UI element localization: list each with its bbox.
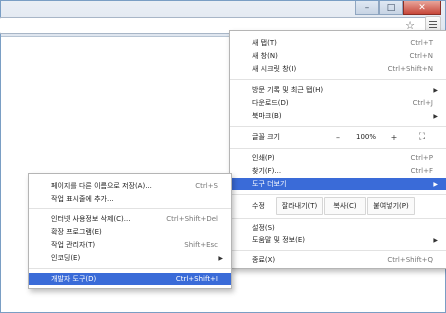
menu-separator bbox=[230, 126, 446, 127]
submenu-item-extensions[interactable]: 확장 프로그램(E) bbox=[29, 226, 231, 238]
zoom-in-button[interactable]: + bbox=[381, 133, 407, 142]
menu-bar-icon bbox=[429, 27, 437, 28]
menu-separator bbox=[230, 250, 446, 251]
menu-item-exit[interactable]: 종료(X) Ctrl+Shift+Q bbox=[230, 254, 446, 266]
menu-bar-icon bbox=[429, 24, 437, 25]
maximize-button[interactable]: □ bbox=[379, 1, 403, 15]
fullscreen-icon[interactable]: ⛶ bbox=[407, 132, 437, 142]
menu-separator bbox=[230, 148, 446, 149]
submenu-arrow-icon: ▶ bbox=[433, 236, 438, 244]
submenu-item-task-manager[interactable]: 작업 관리자(T) Shift+Esc bbox=[29, 239, 231, 251]
copy-button[interactable]: 복사(C) bbox=[324, 197, 366, 215]
paste-button[interactable]: 붙여넣기(P) bbox=[367, 197, 415, 215]
more-tools-submenu: 페이지를 다른 이름으로 저장(A)... Ctrl+S 작업 표시줄에 추가..… bbox=[28, 173, 232, 289]
menu-item-new-incognito-window[interactable]: 새 시크릿 창(I) Ctrl+Shift+N bbox=[230, 63, 446, 75]
menu-separator bbox=[230, 79, 446, 80]
submenu-item-encoding[interactable]: 인코딩(E) ▶ bbox=[29, 252, 231, 264]
submenu-arrow-icon: ▶ bbox=[433, 180, 438, 188]
menu-item-new-window[interactable]: 새 창(N) Ctrl+N bbox=[230, 50, 446, 62]
menu-item-downloads[interactable]: 다운로드(D) Ctrl+J bbox=[230, 97, 446, 109]
menu-separator bbox=[230, 218, 446, 219]
submenu-item-developer-tools[interactable]: 개발자 도구(D) Ctrl+Shift+I bbox=[29, 273, 231, 285]
menu-item-find[interactable]: 찾기(F)... Ctrl+F bbox=[230, 165, 446, 177]
menu-bar-icon bbox=[429, 21, 437, 22]
submenu-item-add-to-taskbar[interactable]: 작업 표시줄에 추가... bbox=[29, 193, 231, 205]
window-controls: – □ ✕ bbox=[355, 1, 441, 15]
minimize-button[interactable]: – bbox=[355, 1, 379, 15]
menu-item-help[interactable]: 도움말 및 정보(E) ▶ bbox=[230, 234, 446, 246]
menu-item-new-tab[interactable]: 새 탭(T) Ctrl+T bbox=[230, 37, 446, 49]
menu-item-settings[interactable]: 설정(S) bbox=[230, 222, 446, 234]
zoom-out-button[interactable]: – bbox=[325, 133, 351, 142]
chrome-main-menu: 새 탭(T) Ctrl+T 새 창(N) Ctrl+N 새 시크릿 창(I) Ctrl… bbox=[229, 30, 446, 269]
menu-item-more-tools[interactable]: 도구 더보기 ▶ bbox=[230, 178, 446, 190]
menu-item-bookmarks[interactable]: 북마크(B) ▶ bbox=[230, 110, 446, 122]
submenu-arrow-icon: ▶ bbox=[433, 86, 438, 94]
edit-label: 수정 bbox=[252, 202, 265, 210]
submenu-item-save-page[interactable]: 페이지를 다른 이름으로 저장(A)... Ctrl+S bbox=[29, 180, 231, 192]
menu-separator bbox=[29, 208, 231, 209]
zoom-row: 글꼴 크기 – 100% + ⛶ bbox=[230, 128, 446, 146]
menu-item-print[interactable]: 인쇄(P) Ctrl+P bbox=[230, 152, 446, 164]
menu-item-history[interactable]: 방문 기록 및 최근 탭(H) ▶ bbox=[230, 84, 446, 96]
submenu-item-clear-browsing-data[interactable]: 인터넷 사용정보 삭제(C)... Ctrl+Shift+Del bbox=[29, 213, 231, 225]
submenu-arrow-icon: ▶ bbox=[218, 254, 223, 262]
menu-separator bbox=[230, 194, 446, 195]
cut-button[interactable]: 잘라내기(T) bbox=[276, 197, 323, 215]
edit-row: 수정 잘라내기(T) 복사(C) 붙여넣기(P) bbox=[230, 197, 446, 215]
close-window-button[interactable]: ✕ bbox=[403, 1, 441, 15]
menu-separator bbox=[29, 268, 231, 269]
submenu-arrow-icon: ▶ bbox=[433, 112, 438, 120]
zoom-label: 글꼴 크기 bbox=[252, 133, 280, 141]
zoom-level: 100% bbox=[355, 133, 376, 141]
